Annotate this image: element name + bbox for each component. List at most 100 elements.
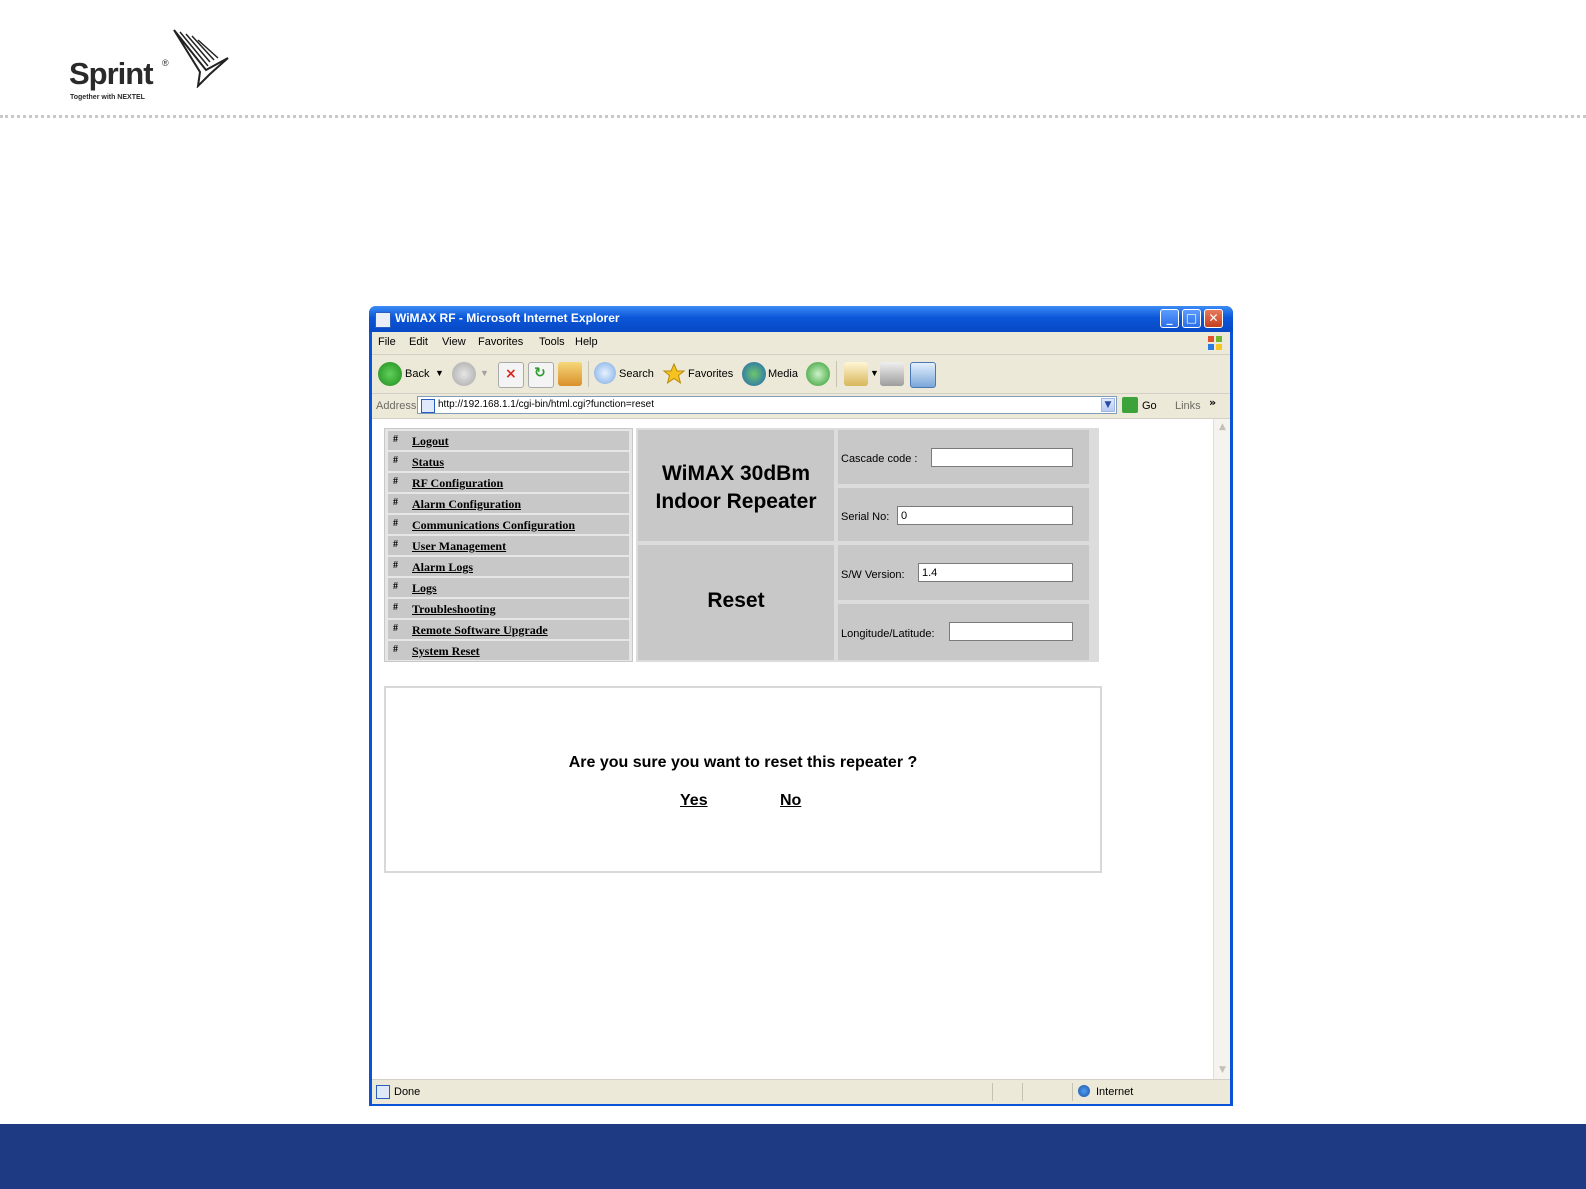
- scroll-up-icon[interactable]: ▲: [1215, 420, 1230, 435]
- logo-tagline: Together with NEXTEL: [70, 94, 145, 101]
- menu-edit[interactable]: Edit: [409, 336, 428, 348]
- menu-help[interactable]: Help: [575, 336, 598, 348]
- nav-link[interactable]: Alarm Logs: [412, 560, 473, 575]
- footer-band: [0, 1124, 1586, 1189]
- lon-lat-input[interactable]: [949, 622, 1073, 641]
- links-chevron-icon[interactable]: »: [1209, 396, 1216, 409]
- nav-bullet: #: [393, 455, 398, 466]
- nav-link[interactable]: Remote Software Upgrade: [412, 623, 548, 638]
- serial-no-input[interactable]: [897, 506, 1073, 525]
- nav-bullet: #: [393, 602, 398, 613]
- nav-link[interactable]: Communications Configuration: [412, 518, 575, 533]
- nav-link[interactable]: System Reset: [412, 644, 480, 659]
- nav-item-remote-software-upgrade[interactable]: # Remote Software Upgrade: [388, 620, 629, 639]
- maximize-button[interactable]: □: [1182, 309, 1201, 328]
- serial-no-label: Serial No:: [841, 511, 890, 523]
- stop-icon[interactable]: ×: [498, 362, 524, 388]
- no-button[interactable]: No: [780, 792, 801, 810]
- menu-file[interactable]: File: [378, 336, 396, 348]
- nav-item-user-management[interactable]: # User Management: [388, 536, 629, 555]
- nav-item-logs[interactable]: # Logs: [388, 578, 629, 597]
- favorites-star-icon[interactable]: [662, 362, 686, 386]
- forward-arrow-icon[interactable]: [452, 362, 476, 386]
- vertical-scrollbar[interactable]: ▲ ▼: [1213, 419, 1230, 1079]
- menu-view[interactable]: View: [442, 336, 466, 348]
- media-button-label[interactable]: Media: [768, 368, 798, 380]
- serial-no-row: Serial No:: [838, 488, 1089, 541]
- nav-item-troubleshooting[interactable]: # Troubleshooting: [388, 599, 629, 618]
- go-button-label[interactable]: Go: [1142, 400, 1157, 412]
- minimize-button[interactable]: _: [1160, 309, 1179, 328]
- yes-button[interactable]: Yes: [680, 792, 708, 810]
- home-icon[interactable]: [558, 362, 582, 386]
- history-icon[interactable]: [806, 362, 830, 386]
- back-dropdown-icon[interactable]: ▼: [435, 368, 444, 378]
- back-arrow-icon[interactable]: [378, 362, 402, 386]
- nav-item-alarm-logs[interactable]: # Alarm Logs: [388, 557, 629, 576]
- close-button[interactable]: ✕: [1204, 309, 1223, 328]
- mail-dropdown-icon[interactable]: ▼: [870, 368, 879, 378]
- header-divider: [0, 115, 1586, 118]
- nav-link[interactable]: Status: [412, 455, 444, 470]
- nav-link[interactable]: User Management: [412, 539, 506, 554]
- nav-item-logout[interactable]: # Logout: [388, 431, 629, 450]
- toolbar-separator: [836, 361, 837, 387]
- nav-bullet: #: [393, 476, 398, 487]
- nav-item-rf-configuration[interactable]: # RF Configuration: [388, 473, 629, 492]
- sw-version-input[interactable]: [918, 563, 1073, 582]
- nav-link[interactable]: Logout: [412, 434, 449, 449]
- nav-item-alarm-configuration[interactable]: # Alarm Configuration: [388, 494, 629, 513]
- search-button-label[interactable]: Search: [619, 368, 654, 380]
- status-separator: [992, 1083, 993, 1101]
- nav-link[interactable]: RF Configuration: [412, 476, 503, 491]
- product-title-line1: WiMAX 30dBm: [662, 462, 810, 485]
- header-panel: WiMAX 30dBm Indoor Repeater Reset Cascad…: [636, 428, 1099, 662]
- refresh-icon[interactable]: ↻: [528, 362, 554, 388]
- favorites-button-label[interactable]: Favorites: [688, 368, 733, 380]
- zone-text: Internet: [1096, 1086, 1134, 1098]
- status-bar: Done Internet: [372, 1079, 1230, 1104]
- product-title-cell: WiMAX 30dBm Indoor Repeater: [638, 430, 834, 541]
- toolbar-separator: [588, 361, 589, 387]
- toolbar: Back ▼ ▼ × ↻ Search Favorites Media ▼: [372, 355, 1230, 394]
- mail-icon[interactable]: [844, 362, 868, 386]
- nav-bullet: #: [393, 644, 398, 655]
- status-text: Done: [394, 1086, 421, 1098]
- sprint-wings-icon: [173, 29, 229, 88]
- nav-link[interactable]: Logs: [412, 581, 437, 596]
- back-button-label[interactable]: Back: [405, 368, 429, 380]
- menu-tools[interactable]: Tools: [539, 336, 565, 348]
- nav-link[interactable]: Alarm Configuration: [412, 497, 521, 512]
- nav-link[interactable]: Troubleshooting: [412, 602, 496, 617]
- lon-lat-row: Longitude/Latitude:: [838, 604, 1089, 660]
- menu-favorites[interactable]: Favorites: [478, 336, 523, 348]
- sprint-logo: Sprint ® Together with NEXTEL: [66, 28, 246, 108]
- page-icon: [421, 399, 435, 413]
- address-dropdown-icon[interactable]: ▼: [1101, 398, 1115, 412]
- nav-bullet: #: [393, 560, 398, 571]
- title-bar[interactable]: WiMAX RF - Microsoft Internet Explorer _…: [369, 306, 1233, 332]
- address-label: Address: [376, 400, 417, 412]
- section-title-cell: Reset: [638, 545, 834, 660]
- status-separator: [1072, 1083, 1073, 1101]
- scroll-down-icon[interactable]: ▼: [1215, 1063, 1230, 1078]
- internet-globe-icon: [1078, 1085, 1090, 1097]
- reset-confirm-panel: Are you sure you want to reset this repe…: [384, 686, 1102, 873]
- nav-bullet: #: [393, 434, 398, 445]
- address-url[interactable]: http://192.168.1.1/cgi-bin/html.cgi?func…: [438, 399, 654, 410]
- media-globe-icon[interactable]: [742, 362, 766, 386]
- search-icon[interactable]: [594, 362, 616, 384]
- nav-item-status[interactable]: # Status: [388, 452, 629, 471]
- print-icon[interactable]: [880, 362, 904, 386]
- links-label[interactable]: Links: [1175, 400, 1201, 412]
- nav-item-communications-configuration[interactable]: # Communications Configuration: [388, 515, 629, 534]
- forward-dropdown-icon[interactable]: ▼: [480, 368, 489, 378]
- nav-item-system-reset[interactable]: # System Reset: [388, 641, 629, 660]
- address-input[interactable]: http://192.168.1.1/cgi-bin/html.cgi?func…: [417, 396, 1117, 414]
- go-arrow-icon[interactable]: [1122, 397, 1138, 413]
- edit-page-icon[interactable]: [910, 362, 936, 388]
- cascade-code-input[interactable]: [931, 448, 1073, 467]
- logo-registered: ®: [162, 58, 169, 68]
- nav-bullet: #: [393, 539, 398, 550]
- nav-bullet: #: [393, 581, 398, 592]
